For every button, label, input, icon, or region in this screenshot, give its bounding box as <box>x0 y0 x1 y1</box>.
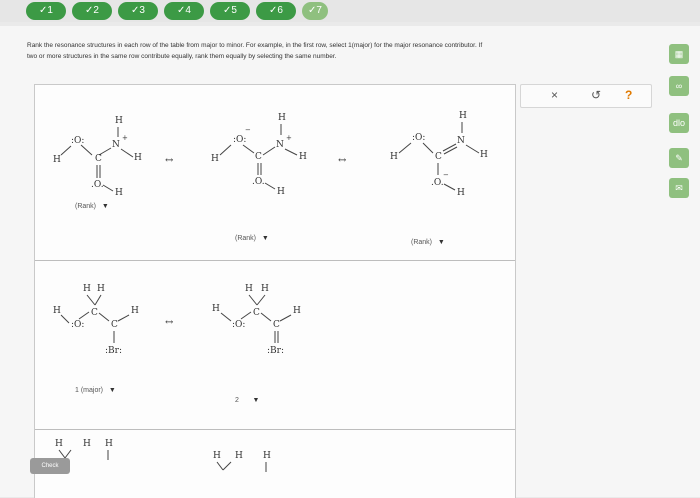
atom-label: H <box>457 188 465 198</box>
atom-label: :O: <box>71 320 84 330</box>
clear-button[interactable]: × <box>551 88 558 102</box>
atom-label: C <box>255 152 262 162</box>
rank-value: 1 (major) <box>75 387 104 394</box>
atom-label: .O. <box>91 180 104 190</box>
atom-label: H <box>480 150 488 160</box>
atom-label: H <box>390 152 398 162</box>
atom-label: H <box>53 306 61 316</box>
step-5-button[interactable]: ✓5 <box>210 2 250 20</box>
rank-dropdown-r2-2[interactable]: 2 ▼ <box>235 397 259 404</box>
atom-label: .O. <box>252 177 265 187</box>
check-button[interactable]: Check <box>30 458 70 474</box>
progress-bar: ✓1 ✓2 ✓3 ✓4 ✓5 ✓6 ✓7 <box>0 0 700 22</box>
reference-icon[interactable]: ∞ <box>669 76 689 96</box>
rank-value: (Rank) <box>75 203 97 210</box>
atom-label: H <box>235 451 243 461</box>
atom-label: H <box>459 111 467 121</box>
atom-label: H <box>278 113 286 123</box>
atom-label: H <box>261 284 269 294</box>
resonance-arrow: ↔ <box>338 155 347 166</box>
dropdown-arrow-icon: ▼ <box>240 397 260 404</box>
dropdown-arrow-icon: ▼ <box>97 203 109 210</box>
atom-label: H <box>212 304 220 314</box>
atom-label: :O: <box>412 133 425 143</box>
atom-label: :O: <box>233 135 246 145</box>
charge-label: − <box>443 171 449 179</box>
rank-dropdown-r1-3[interactable]: (Rank) ▼ <box>411 239 445 246</box>
atom-label: N <box>276 140 284 150</box>
periodic-table-icon[interactable]: dlo <box>669 113 689 133</box>
atom-label: N <box>112 140 120 150</box>
atom-label: H <box>83 284 91 294</box>
dropdown-arrow-icon: ▼ <box>104 387 116 394</box>
row-1-structures: H N + H C :O: H .O. H ↔ H N + H C:O: − … <box>53 111 488 198</box>
charge-label: + <box>122 134 128 142</box>
atom-label: H <box>53 155 61 165</box>
step-4-button[interactable]: ✓4 <box>164 2 204 20</box>
atom-label: H <box>277 187 285 197</box>
atom-label: C <box>111 320 118 330</box>
atom-label: H <box>55 439 63 449</box>
rank-dropdown-r1-1[interactable]: (Rank) ▼ <box>75 203 109 210</box>
answer-actions: × ↺ ? <box>520 84 652 108</box>
calculator-icon[interactable]: ▦ <box>669 44 689 64</box>
atom-label: H <box>115 116 123 126</box>
resonance-arrow: ↔ <box>165 317 174 328</box>
atom-label: H <box>299 152 307 162</box>
atom-label: H <box>211 154 219 164</box>
rank-value: 2 <box>235 397 239 404</box>
dropdown-arrow-icon: ▼ <box>433 239 445 246</box>
atom-label: C <box>253 308 260 318</box>
atom-label: C <box>435 152 442 162</box>
resonance-arrow: ↔ <box>165 155 174 166</box>
atom-label: H <box>293 306 301 316</box>
rank-dropdown-r2-1[interactable]: 1 (major) ▼ <box>75 387 116 394</box>
atom-label: H <box>263 451 271 461</box>
atom-label: H <box>213 451 221 461</box>
atom-label: :O: <box>71 136 84 146</box>
atom-label: H <box>105 439 113 449</box>
rank-dropdown-r1-2[interactable]: (Rank) ▼ <box>235 235 269 242</box>
rank-value: (Rank) <box>235 235 257 242</box>
atom-label: H <box>131 306 139 316</box>
step-7-button[interactable]: ✓7 <box>302 2 328 20</box>
atom-label: H <box>134 153 142 163</box>
charge-label: + <box>286 134 292 142</box>
atom-label: H <box>83 439 91 449</box>
atom-label: C <box>273 320 280 330</box>
atom-label: :Br: <box>105 346 122 356</box>
dropdown-arrow-icon: ▼ <box>257 235 269 242</box>
atom-label: .O. <box>431 178 444 188</box>
atom-label: C <box>95 154 102 164</box>
atom-label: H <box>245 284 253 294</box>
atom-label: N <box>457 136 465 146</box>
message-icon[interactable]: ✉ <box>669 178 689 198</box>
atom-label: :Br: <box>267 346 284 356</box>
row-3-structures: H H H H H H <box>55 439 271 472</box>
instructions-line-2: two or more structures in the same row c… <box>27 53 337 60</box>
instructions-line-1: Rank the resonance structures in each ro… <box>27 42 483 49</box>
atom-label: C <box>91 308 98 318</box>
atom-label: H <box>97 284 105 294</box>
step-3-button[interactable]: ✓3 <box>118 2 158 20</box>
resonance-table: H N + H C :O: H .O. H ↔ H N + H C:O: − … <box>34 84 516 498</box>
instructions: Rank the resonance structures in each ro… <box>27 40 657 62</box>
row-2-structures: H H C :O: H C H :Br: ↔ H H C :O: H C H:… <box>53 284 301 356</box>
notes-icon[interactable]: ✎ <box>669 148 689 168</box>
step-1-button[interactable]: ✓1 <box>26 2 66 20</box>
charge-label: − <box>245 126 251 134</box>
atom-label: H <box>115 188 123 198</box>
atom-label: :O: <box>232 320 245 330</box>
step-6-button[interactable]: ✓6 <box>256 2 296 20</box>
help-button[interactable]: ? <box>625 88 632 102</box>
step-2-button[interactable]: ✓2 <box>72 2 112 20</box>
rank-value: (Rank) <box>411 239 433 246</box>
undo-button[interactable]: ↺ <box>591 88 601 102</box>
